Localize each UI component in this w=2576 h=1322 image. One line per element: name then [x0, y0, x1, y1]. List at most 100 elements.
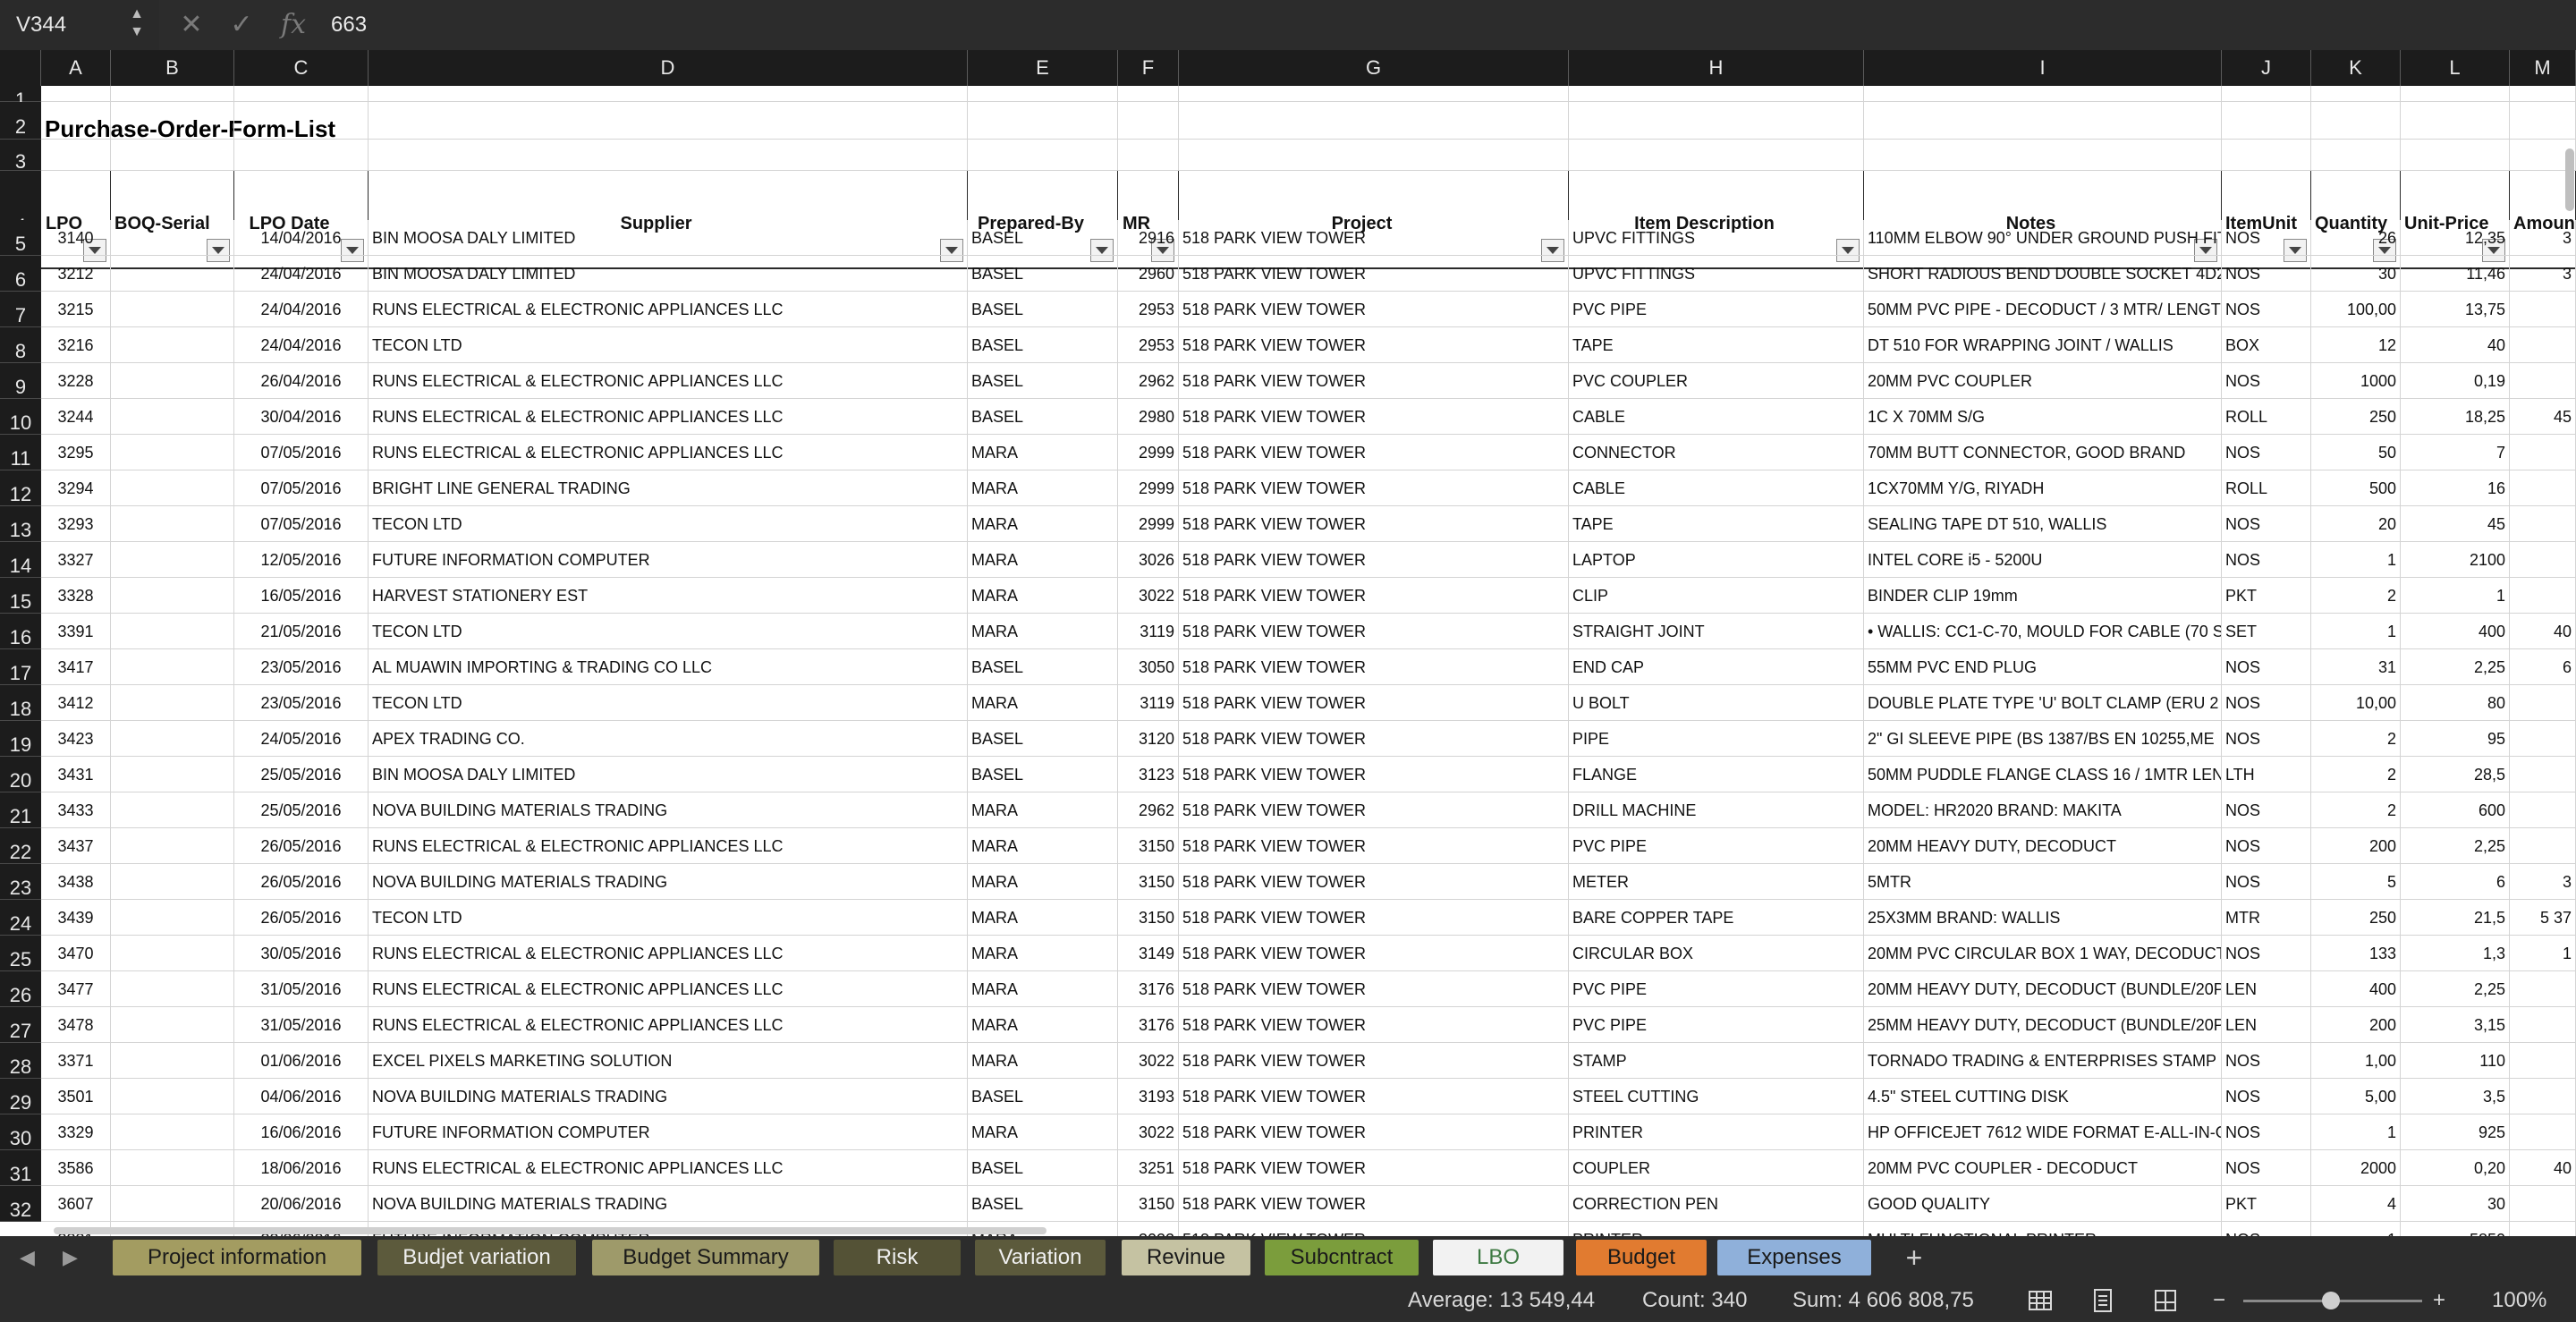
table-cell[interactable]: BRIGHT LINE GENERAL TRADING: [369, 470, 968, 506]
table-cell[interactable]: 133: [2311, 936, 2401, 971]
table-cell[interactable]: [2510, 1007, 2576, 1043]
table-cell[interactable]: [111, 900, 234, 936]
table-cell[interactable]: 3150: [1118, 900, 1179, 936]
table-cell[interactable]: MODEL: HR2020 BRAND: MAKITA: [1864, 792, 2222, 828]
table-cell[interactable]: 07/05/2016: [234, 435, 369, 470]
table-cell[interactable]: TAPE: [1569, 506, 1864, 542]
table-cell[interactable]: TECON LTD: [369, 614, 968, 649]
table-cell[interactable]: RUNS ELECTRICAL & ELECTRONIC APPLIANCES …: [369, 292, 968, 327]
table-cell[interactable]: 24/04/2016: [234, 327, 369, 363]
row-header[interactable]: 14: [0, 542, 41, 578]
table-cell[interactable]: 3607: [41, 1186, 111, 1222]
empty-cell[interactable]: [41, 102, 111, 140]
table-cell[interactable]: LAPTOP: [1569, 542, 1864, 578]
table-cell[interactable]: 23/05/2016: [234, 685, 369, 721]
table-cell[interactable]: FLANGE: [1569, 757, 1864, 792]
table-cell[interactable]: BASEL: [968, 220, 1118, 256]
table-cell[interactable]: CABLE: [1569, 399, 1864, 435]
table-cell[interactable]: [111, 864, 234, 900]
column-header[interactable]: M: [2510, 50, 2576, 86]
table-cell[interactable]: 24/04/2016: [234, 292, 369, 327]
sheet-tab[interactable]: Expenses: [1717, 1240, 1871, 1275]
row-header[interactable]: 16: [0, 614, 41, 649]
row-header[interactable]: 31: [0, 1150, 41, 1186]
table-cell[interactable]: MARA: [968, 506, 1118, 542]
table-cell[interactable]: 2953: [1118, 292, 1179, 327]
table-cell[interactable]: 20MM PVC CIRCULAR BOX 1 WAY, DECODUCT: [1864, 936, 2222, 971]
empty-cell[interactable]: [111, 140, 234, 171]
table-cell[interactable]: LTH: [2222, 757, 2311, 792]
table-cell[interactable]: 26: [2311, 220, 2401, 256]
row-header[interactable]: 12: [0, 470, 41, 506]
table-cell[interactable]: 3251: [1118, 1150, 1179, 1186]
table-cell[interactable]: [2510, 721, 2576, 757]
table-cell[interactable]: [111, 614, 234, 649]
table-cell[interactable]: BASEL: [968, 1150, 1118, 1186]
table-cell[interactable]: RUNS ELECTRICAL & ELECTRONIC APPLIANCES …: [369, 435, 968, 470]
table-cell[interactable]: [2510, 435, 2576, 470]
next-sheet-icon[interactable]: ▶: [63, 1236, 78, 1279]
table-cell[interactable]: 2000: [2311, 1150, 2401, 1186]
table-cell[interactable]: 01/06/2016: [234, 1043, 369, 1079]
table-cell[interactable]: 23/05/2016: [234, 649, 369, 685]
table-cell[interactable]: 2,25: [2401, 828, 2510, 864]
row-header[interactable]: 17: [0, 649, 41, 685]
row-header[interactable]: 22: [0, 828, 41, 864]
table-cell[interactable]: 518 PARK VIEW TOWER: [1179, 256, 1569, 292]
table-cell[interactable]: RUNS ELECTRICAL & ELECTRONIC APPLIANCES …: [369, 1150, 968, 1186]
confirm-icon[interactable]: ✓: [225, 0, 258, 50]
table-cell[interactable]: 40: [2401, 327, 2510, 363]
table-cell[interactable]: 1000: [2311, 363, 2401, 399]
table-cell[interactable]: PVC COUPLER: [1569, 363, 1864, 399]
table-cell[interactable]: 518 PARK VIEW TOWER: [1179, 1007, 1569, 1043]
table-cell[interactable]: 4: [2311, 1186, 2401, 1222]
table-cell[interactable]: 18/06/2016: [234, 1150, 369, 1186]
row-header[interactable]: 10: [0, 399, 41, 435]
table-cell[interactable]: 28,5: [2401, 757, 2510, 792]
table-cell[interactable]: 0,19: [2401, 363, 2510, 399]
table-cell[interactable]: BOX: [2222, 327, 2311, 363]
table-cell[interactable]: 0,20: [2401, 1150, 2510, 1186]
table-cell[interactable]: 3193: [1118, 1079, 1179, 1114]
table-cell[interactable]: MARA: [968, 828, 1118, 864]
table-cell[interactable]: 20MM PVC COUPLER: [1864, 363, 2222, 399]
sheet-tab[interactable]: Variation: [975, 1240, 1106, 1275]
table-cell[interactable]: [111, 649, 234, 685]
table-cell[interactable]: NOS: [2222, 292, 2311, 327]
empty-cell[interactable]: [2401, 86, 2510, 102]
table-cell[interactable]: CLIP: [1569, 578, 1864, 614]
table-cell[interactable]: [2510, 1114, 2576, 1150]
table-cell[interactable]: CABLE: [1569, 470, 1864, 506]
table-cell[interactable]: METER: [1569, 864, 1864, 900]
table-cell[interactable]: 518 PARK VIEW TOWER: [1179, 542, 1569, 578]
sheet-tab[interactable]: Budget Summary: [592, 1240, 819, 1275]
table-cell[interactable]: 2916: [1118, 220, 1179, 256]
row-header[interactable]: 5: [0, 220, 41, 256]
row-header[interactable]: 28: [0, 1043, 41, 1079]
empty-cell[interactable]: [1179, 102, 1569, 140]
table-cell[interactable]: BINDER CLIP 19mm: [1864, 578, 2222, 614]
table-cell[interactable]: 3329: [41, 1114, 111, 1150]
table-cell[interactable]: UPVC FITTINGS: [1569, 220, 1864, 256]
empty-cell[interactable]: [2401, 102, 2510, 140]
table-cell[interactable]: 3050: [1118, 649, 1179, 685]
empty-cell[interactable]: [968, 86, 1118, 102]
sheet-tab[interactable]: Project information: [113, 1240, 361, 1275]
table-cell[interactable]: 1,00: [2311, 1043, 2401, 1079]
table-cell[interactable]: NOS: [2222, 1043, 2311, 1079]
table-cell[interactable]: MTR: [2222, 900, 2311, 936]
table-cell[interactable]: 518 PARK VIEW TOWER: [1179, 1079, 1569, 1114]
table-cell[interactable]: 3176: [1118, 1007, 1179, 1043]
table-cell[interactable]: NOS: [2222, 363, 2311, 399]
table-cell[interactable]: 30/05/2016: [234, 936, 369, 971]
table-cell[interactable]: 3215: [41, 292, 111, 327]
table-cell[interactable]: 45: [2510, 399, 2576, 435]
table-cell[interactable]: [2510, 506, 2576, 542]
table-cell[interactable]: [2510, 792, 2576, 828]
normal-view-icon[interactable]: [2027, 1287, 2054, 1314]
table-cell[interactable]: 925: [2401, 1114, 2510, 1150]
table-cell[interactable]: [111, 470, 234, 506]
table-cell[interactable]: 3176: [1118, 971, 1179, 1007]
table-cell[interactable]: MARA: [968, 792, 1118, 828]
table-cell[interactable]: 14/04/2016: [234, 220, 369, 256]
